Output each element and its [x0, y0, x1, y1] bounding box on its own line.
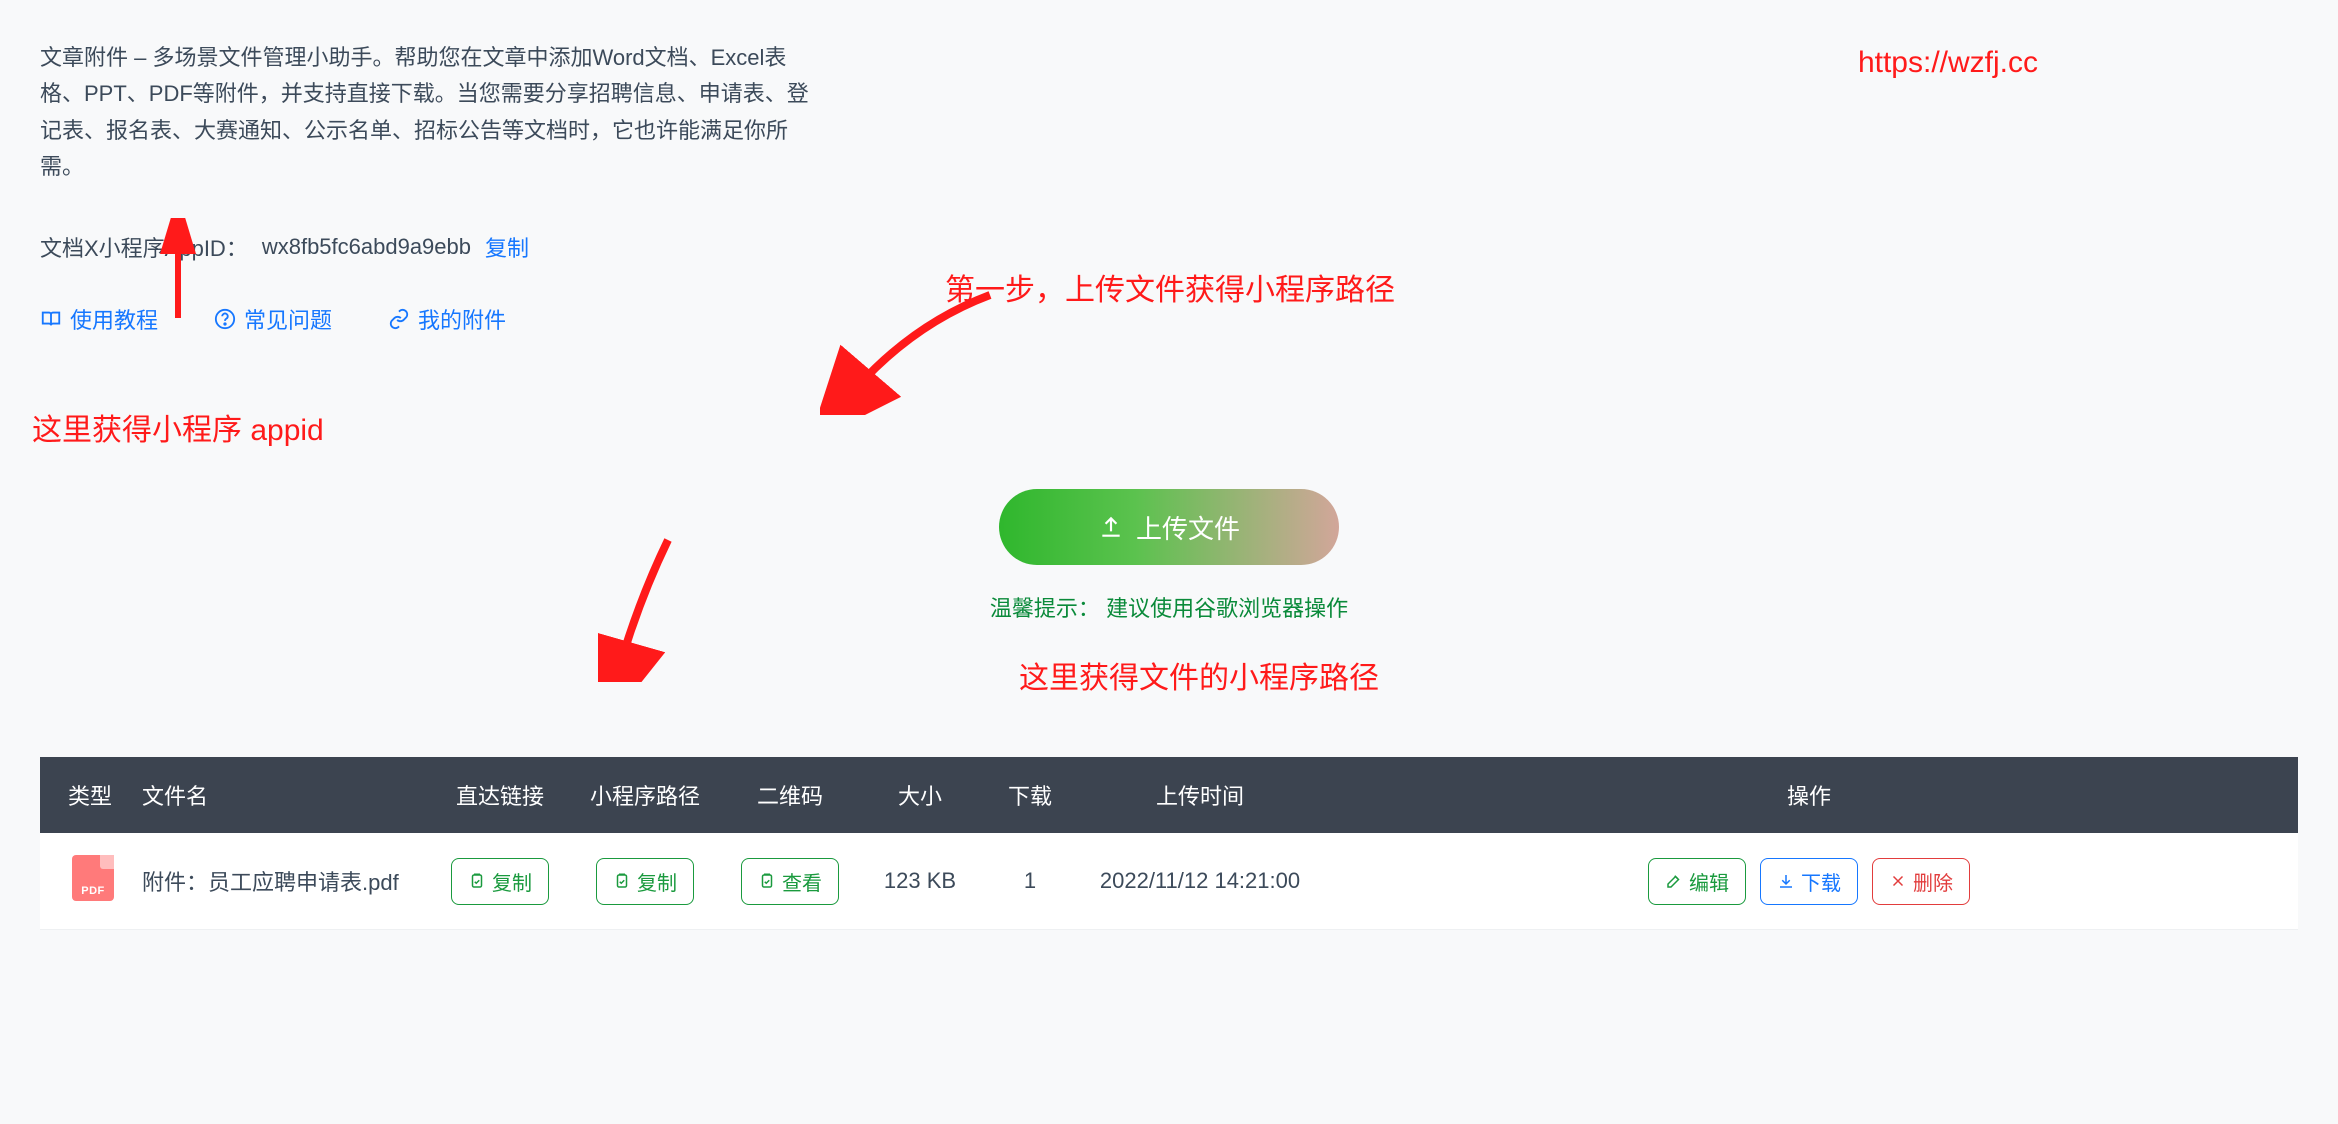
th-upload-time: 上传时间: [1080, 757, 1320, 833]
cell-direct-link: 复制: [430, 833, 570, 930]
faq-link[interactable]: 常见问题: [214, 303, 332, 335]
url-annotation: https://wzfj.cc: [1858, 46, 2038, 80]
copy-appid-link[interactable]: 复制: [485, 231, 529, 263]
edit-label: 编辑: [1689, 867, 1729, 896]
cell-ops: 编辑 下载 删除: [1320, 833, 2298, 930]
appid-value: wx8fb5fc6abd9a9ebb: [262, 234, 471, 260]
th-size: 大小: [860, 757, 980, 833]
th-direct-link: 直达链接: [430, 757, 570, 833]
upload-button-label: 上传文件: [1136, 509, 1240, 546]
annotation-path: 这里获得文件的小程序路径: [1019, 653, 1379, 697]
tip-label: 温馨提示：: [990, 596, 1100, 621]
th-downloads: 下载: [980, 757, 1080, 833]
pdf-badge: PDF: [70, 855, 116, 901]
tutorial-link[interactable]: 使用教程: [40, 303, 158, 335]
clipboard-icon: [758, 872, 776, 890]
question-icon: [214, 308, 236, 330]
cell-upload-time: 2022/11/12 14:21:00: [1080, 833, 1320, 930]
copy-mp-path-button[interactable]: 复制: [596, 858, 694, 905]
delete-button[interactable]: 删除: [1872, 858, 1970, 905]
pdf-badge-text: PDF: [81, 885, 105, 897]
tip-text: 建议使用谷歌浏览器操作: [1106, 596, 1348, 621]
description-text: 文章附件 – 多场景文件管理小助手。帮助您在文章中添加Word文档、Excel表…: [40, 40, 820, 185]
attachments-table: 类型 文件名 直达链接 小程序路径 二维码 大小 下载 上传时间 操作 PDF: [40, 757, 2298, 930]
upload-button[interactable]: 上传文件: [999, 489, 1339, 565]
upload-tip: 温馨提示： 建议使用谷歌浏览器操作: [990, 591, 1348, 623]
attachment-icon: [388, 308, 410, 330]
th-ops: 操作: [1320, 757, 2298, 833]
tutorial-label: 使用教程: [70, 303, 158, 335]
annotation-step1: 第一步，上传文件获得小程序路径: [945, 265, 1395, 309]
annotation-appid: 这里获得小程序 appid: [32, 405, 2298, 449]
download-label: 下载: [1801, 867, 1841, 896]
view-qrcode-button[interactable]: 查看: [741, 858, 839, 905]
close-icon: [1889, 872, 1907, 890]
th-type: 类型: [40, 757, 130, 833]
table-row: PDF 附件：员工应聘申请表.pdf 复制 复制: [40, 833, 2298, 930]
clipboard-icon: [468, 872, 486, 890]
cell-downloads: 1: [980, 833, 1080, 930]
cell-qrcode: 查看: [720, 833, 860, 930]
table-header: 类型 文件名 直达链接 小程序路径 二维码 大小 下载 上传时间 操作: [40, 757, 2298, 833]
edit-icon: [1665, 872, 1683, 890]
attachments-table-wrap: 类型 文件名 直达链接 小程序路径 二维码 大小 下载 上传时间 操作 PDF: [40, 757, 2298, 930]
edit-button[interactable]: 编辑: [1648, 858, 1746, 905]
copy-mp-path-label: 复制: [637, 867, 677, 896]
my-attachments-link[interactable]: 我的附件: [388, 303, 506, 335]
th-filename: 文件名: [130, 757, 430, 833]
copy-direct-link-label: 复制: [492, 867, 532, 896]
faq-label: 常见问题: [244, 303, 332, 335]
appid-label: 文档X小程序AppID：: [40, 231, 248, 263]
cell-type: PDF: [40, 833, 130, 930]
cell-size: 123 KB: [860, 833, 980, 930]
book-icon: [40, 308, 62, 330]
clipboard-icon: [613, 872, 631, 890]
download-button[interactable]: 下载: [1760, 858, 1858, 905]
appid-row: 文档X小程序AppID： wx8fb5fc6abd9a9ebb 复制: [40, 231, 2298, 263]
cell-mp-path: 复制: [570, 833, 720, 930]
th-mp-path: 小程序路径: [570, 757, 720, 833]
view-qrcode-label: 查看: [782, 867, 822, 896]
upload-section: 上传文件 温馨提示： 建议使用谷歌浏览器操作 这里获得文件的小程序路径: [40, 489, 2298, 697]
my-attachments-label: 我的附件: [418, 303, 506, 335]
th-qrcode: 二维码: [720, 757, 860, 833]
copy-direct-link-button[interactable]: 复制: [451, 858, 549, 905]
cell-filename: 附件：员工应聘申请表.pdf: [130, 833, 430, 930]
delete-label: 删除: [1913, 867, 1953, 896]
upload-icon: [1098, 514, 1124, 540]
top-row: 文章附件 – 多场景文件管理小助手。帮助您在文章中添加Word文档、Excel表…: [40, 40, 2298, 185]
download-icon: [1777, 872, 1795, 890]
